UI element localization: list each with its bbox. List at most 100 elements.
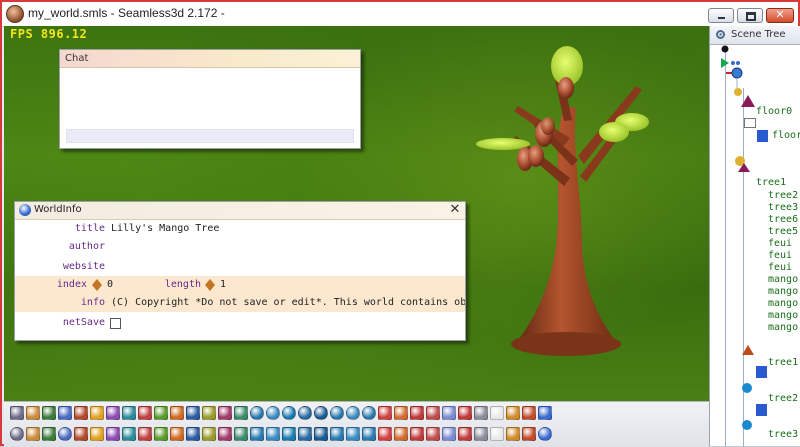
rotate-icon[interactable] [410,406,424,420]
mountain-icon[interactable] [346,427,360,441]
tab-scene-tree[interactable]: Scene Tree [710,26,800,45]
figure-icon[interactable] [234,427,248,441]
pause-icon[interactable] [442,406,456,420]
square-icon[interactable] [202,427,216,441]
sphere-icon[interactable] [266,406,280,420]
paste-icon[interactable] [106,406,120,420]
index-value[interactable]: 0 [107,276,113,294]
triangle-icon[interactable] [330,427,344,441]
material-icon[interactable] [186,406,200,420]
scene-node[interactable]: mango [768,274,798,285]
target-icon[interactable] [458,406,472,420]
scene-node[interactable]: tree1 [756,177,786,188]
triangle-icon[interactable] [170,427,184,441]
link-icon[interactable] [234,406,248,420]
scene-node[interactable]: tree6 [768,214,798,225]
copy-icon[interactable] [90,406,104,420]
cube-icon[interactable] [202,406,216,420]
close-icon[interactable]: ✕ [448,202,462,218]
scene-node[interactable]: floor0 [756,106,792,117]
sphere-icon[interactable] [330,406,344,420]
image-icon[interactable] [282,427,296,441]
scene-node[interactable]: mango [768,298,798,309]
scene-node[interactable]: mango [768,286,798,297]
print-icon[interactable] [58,406,72,420]
scene-node[interactable]: tree3 [768,429,798,440]
image-icon[interactable] [490,427,504,441]
sphere-icon[interactable] [250,406,264,420]
title-field[interactable]: Lilly's Mango Tree [111,220,219,238]
move-icon[interactable] [378,427,392,441]
scene-node[interactable]: tree1 [768,357,798,368]
box-icon[interactable] [218,406,232,420]
close-button[interactable] [766,8,794,23]
zoom-icon[interactable] [458,427,472,441]
up-icon[interactable] [506,406,520,420]
new-icon[interactable] [10,406,24,420]
down-icon[interactable] [426,427,440,441]
grid-icon[interactable] [122,427,136,441]
pointer-icon[interactable] [442,427,456,441]
cube-icon[interactable] [90,427,104,441]
bars-icon[interactable] [522,406,536,420]
scene-node[interactable]: tree5 [768,226,798,237]
netsave-checkbox[interactable] [110,318,121,329]
texture-icon[interactable] [26,427,40,441]
scene-node[interactable]: mango [768,310,798,321]
tree-icon[interactable] [74,406,88,420]
down-icon[interactable] [410,427,424,441]
grid-icon[interactable] [170,406,184,420]
target-icon[interactable] [474,406,488,420]
sphere-icon[interactable] [346,406,360,420]
scene-node[interactable]: floor [772,130,800,141]
face-icon[interactable] [250,427,264,441]
sphere-icon[interactable] [298,406,312,420]
grid-icon[interactable] [522,427,536,441]
picture-icon[interactable] [298,427,312,441]
scale-icon[interactable] [426,406,440,420]
scene-node[interactable]: tree3 [768,202,798,213]
scene-node[interactable]: feui [768,238,792,249]
paint-icon[interactable] [154,427,168,441]
cone-icon[interactable] [42,427,56,441]
index-stepper[interactable] [92,279,103,291]
ball-icon[interactable] [10,427,24,441]
scene-node[interactable]: mango [768,322,798,333]
redo-icon[interactable] [138,406,152,420]
maximize-button[interactable] [737,8,763,23]
length-value[interactable]: 1 [220,276,226,294]
shape-icon[interactable] [154,406,168,420]
help-icon[interactable] [538,406,552,420]
grid-icon[interactable] [506,427,520,441]
undo-icon[interactable] [122,406,136,420]
info-field[interactable]: (C) Copyright *Do not save or edit*. Thi… [111,294,465,312]
title-bar[interactable]: my_world.smls - Seamless3d 2.172 - [2,2,798,27]
image-icon[interactable] [474,427,488,441]
scene-node[interactable]: feui [768,250,792,261]
face-icon[interactable] [490,406,504,420]
sphere-icon[interactable] [282,406,296,420]
tool-icon[interactable] [218,427,232,441]
3d-viewport[interactable]: FPS 896.12 Chat WorldInfo ✕ title Lilly'… [4,26,709,401]
scene-node[interactable]: tree2 [768,190,798,201]
minimize-button[interactable] [708,8,734,23]
image-icon[interactable] [314,427,328,441]
arrow-icon[interactable] [394,427,408,441]
move-icon[interactable] [394,406,408,420]
face-icon[interactable] [74,427,88,441]
length-stepper[interactable] [205,279,216,291]
save-icon[interactable] [42,406,56,420]
sphere-icon[interactable] [58,427,72,441]
frame-icon[interactable] [186,427,200,441]
scene-node[interactable]: feui [768,262,792,273]
cube-icon[interactable] [106,427,120,441]
sphere-icon[interactable] [314,406,328,420]
chat-input[interactable] [66,129,354,143]
vertex-icon[interactable] [362,427,376,441]
sphere-icon[interactable] [362,406,376,420]
globe-icon[interactable] [538,427,552,441]
scene-node[interactable]: tree2 [768,393,798,404]
flag-icon[interactable] [266,427,280,441]
record-icon[interactable] [378,406,392,420]
open-icon[interactable] [26,406,40,420]
